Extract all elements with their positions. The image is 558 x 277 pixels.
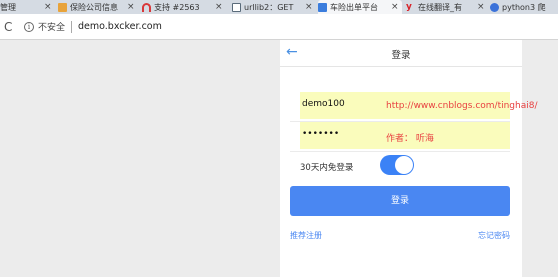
password-field[interactable]: ••••••• 作者： 听海 bbox=[290, 122, 510, 152]
paw-icon bbox=[490, 2, 499, 12]
remember-toggle[interactable] bbox=[380, 155, 414, 175]
close-icon[interactable]: × bbox=[215, 2, 223, 12]
arc-icon bbox=[142, 2, 151, 12]
login-panel: ← 登录 demo100 http://www.cnblogs.com/ting… bbox=[280, 40, 538, 277]
tab-python3[interactable]: python3 爬 bbox=[490, 0, 558, 14]
tab-title: python3 爬 bbox=[502, 2, 546, 12]
url-field[interactable]: demo.bxcker.com bbox=[78, 21, 162, 32]
tab-strip: 管理 × 保险公司信息 × 支持 #2563 × urllib2：GET × 车… bbox=[0, 0, 558, 14]
tab-youdao[interactable]: y 在线翻译_有 × bbox=[406, 0, 486, 14]
tab-title: 管理 bbox=[0, 2, 16, 12]
page-icon bbox=[58, 2, 67, 12]
username-field[interactable]: demo100 http://www.cnblogs.com/tinghai8/ bbox=[290, 92, 538, 122]
app-icon bbox=[318, 2, 327, 12]
watermark-author: 作者： 听海 bbox=[386, 134, 434, 144]
toggle-knob bbox=[395, 156, 413, 174]
tab-title: 保险公司信息 bbox=[70, 2, 118, 12]
tab-car-insurance[interactable]: 车险出单平台 × bbox=[318, 0, 402, 14]
tab-insurer-info[interactable]: 保险公司信息 × bbox=[58, 0, 138, 14]
divider bbox=[71, 20, 73, 33]
info-icon[interactable]: i bbox=[24, 21, 34, 32]
reload-icon[interactable]: C bbox=[4, 20, 18, 34]
close-icon[interactable]: × bbox=[391, 2, 399, 12]
top-bar: ← 登录 bbox=[280, 40, 522, 67]
tab-support[interactable]: 支持 #2563 × bbox=[142, 0, 228, 14]
register-link[interactable]: 推荐注册 bbox=[290, 230, 322, 241]
tab-title: 在线翻译_有 bbox=[418, 2, 462, 12]
close-icon[interactable]: × bbox=[44, 2, 52, 12]
youdao-icon: y bbox=[406, 1, 412, 12]
tab-urllib2[interactable]: urllib2：GET × bbox=[232, 0, 316, 14]
forgot-password-link[interactable]: 忘记密码 bbox=[478, 230, 510, 241]
watermark-url: http://www.cnblogs.com/tinghai8/ bbox=[386, 101, 538, 111]
tab-title: 支持 #2563 bbox=[154, 2, 200, 12]
tab-manage[interactable]: 管理 × bbox=[0, 0, 52, 14]
close-icon[interactable]: × bbox=[477, 2, 485, 12]
remember-row: 30天内免登录 bbox=[290, 152, 510, 182]
tab-title: urllib2：GET bbox=[244, 2, 294, 12]
doc-icon bbox=[232, 2, 241, 12]
page-title: 登录 bbox=[391, 50, 411, 61]
remember-label: 30天内免登录 bbox=[300, 163, 354, 173]
login-button[interactable]: 登录 bbox=[290, 186, 510, 216]
close-icon[interactable]: × bbox=[305, 2, 313, 12]
username-value: demo100 bbox=[302, 99, 345, 109]
page-content: ← 登录 demo100 http://www.cnblogs.com/ting… bbox=[0, 40, 558, 277]
tab-title: 车险出单平台 bbox=[330, 2, 378, 12]
address-bar: C i 不安全 demo.bxcker.com bbox=[0, 14, 558, 40]
close-icon[interactable]: × bbox=[127, 2, 135, 12]
password-value: ••••••• bbox=[302, 129, 340, 139]
security-status[interactable]: 不安全 bbox=[38, 20, 65, 33]
